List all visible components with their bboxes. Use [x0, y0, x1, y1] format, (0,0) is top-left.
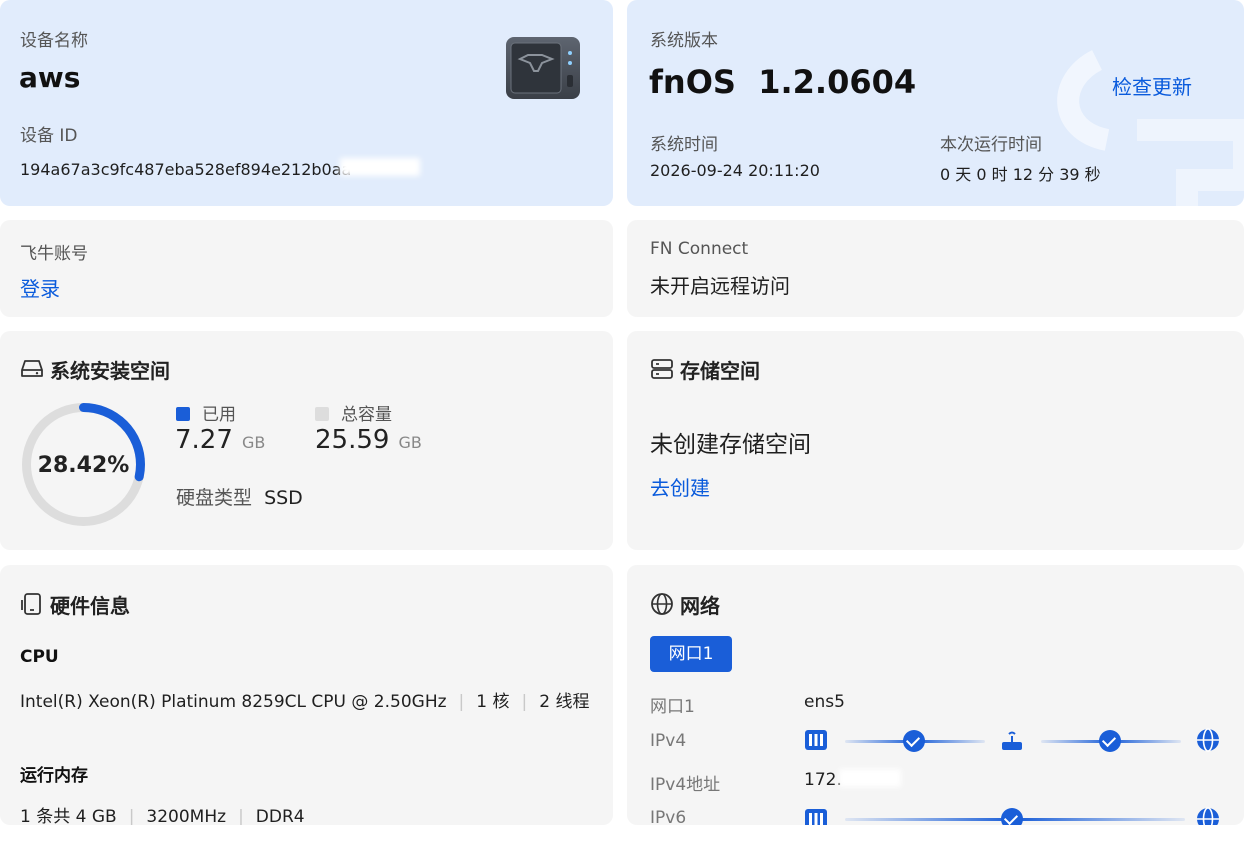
- memory-count: 1 条共 4 GB: [20, 807, 117, 825]
- device-card: 设备名称 aws 设备 ID 194a67a3c9fc487eba528ef89…: [0, 0, 613, 206]
- system-card: 系统版本 fnOS 1.2.0604 检查更新 系统时间 2026-09-24 …: [627, 0, 1244, 206]
- hardware-title: 硬件信息: [50, 594, 130, 618]
- system-version: fnOS 1.2.0604: [649, 63, 917, 101]
- used-legend: 已用: [176, 400, 236, 425]
- cpu-cores: 1 核: [476, 692, 510, 712]
- device-id-label: 设备 ID: [20, 126, 78, 146]
- used-legend-label: 已用: [202, 405, 236, 425]
- disk-type: 硬盘类型 SSD: [176, 483, 303, 510]
- network-title: 网络: [680, 594, 720, 618]
- account-card: 飞牛账号 登录: [0, 220, 613, 317]
- disk-type-value: SSD: [264, 487, 303, 509]
- device-id: 194a67a3c9fc487eba528ef894e212b0aa: [20, 160, 352, 179]
- usage-percent: 28.42%: [37, 453, 130, 478]
- memory-frequency: 3200MHz: [146, 807, 227, 825]
- network-tab-port1[interactable]: 网口1: [650, 636, 732, 672]
- network-card: 网络 网口1 网口1 ens5 IPv4 IPv4地址 172. IPv6: [627, 565, 1244, 825]
- check-update-link[interactable]: 检查更新: [1112, 71, 1192, 100]
- used-unit: GB: [241, 433, 266, 452]
- hardware-card: 硬件信息 CPU Intel(R) Xeon(R) Platinum 8259C…: [0, 565, 613, 825]
- used-legend-swatch: [176, 407, 190, 421]
- port-value: ens5: [804, 692, 845, 712]
- fn-connect-card: FN Connect 未开启远程访问: [627, 220, 1244, 317]
- memory-details: 1 条共 4 GB | 3200MHz | DDR4: [20, 807, 305, 825]
- create-storage-link[interactable]: 去创建: [650, 472, 710, 501]
- device-name: aws: [19, 61, 81, 94]
- ipv4-check-2-icon: [1099, 730, 1121, 752]
- disk-type-label: 硬盘类型: [176, 487, 253, 509]
- system-time: 2026-09-24 20:11:20: [650, 161, 820, 180]
- fn-connect-label: FN Connect: [650, 239, 749, 259]
- ipv6-nas-icon: [805, 809, 827, 825]
- total-value: 25.59: [315, 425, 390, 455]
- device-name-label: 设备名称: [20, 31, 88, 51]
- globe-icon: [651, 593, 673, 615]
- used-amount: 7.27 GB: [175, 425, 265, 455]
- memory-type: DDR4: [255, 807, 305, 825]
- used-value: 7.27: [175, 425, 233, 455]
- storage-icon: [651, 359, 673, 379]
- storage-card: 存储空间 未创建存储空间 去创建: [627, 331, 1244, 550]
- nas-device-icon: [506, 37, 580, 99]
- memory-label: 运行内存: [20, 766, 88, 786]
- ipv4-nas-icon: [805, 730, 827, 750]
- dashboard: 设备名称 aws 设备 ID 194a67a3c9fc487eba528ef89…: [0, 0, 1259, 849]
- total-legend-swatch: [315, 407, 329, 421]
- storage-title: 存储空间: [680, 359, 760, 383]
- ipv4-internet-icon: [1197, 728, 1219, 752]
- total-legend: 总容量: [315, 400, 392, 425]
- total-unit: GB: [398, 433, 422, 452]
- ipv4-address: 172.: [804, 770, 842, 790]
- fn-connect-status: 未开启远程访问: [650, 274, 790, 298]
- storage-empty-text: 未创建存储空间: [650, 432, 811, 458]
- ipv6-label: IPv6: [650, 808, 687, 825]
- uptime: 0 天 0 时 12 分 39 秒: [940, 165, 1101, 184]
- cpu-details: Intel(R) Xeon(R) Platinum 8259CL CPU @ 2…: [20, 692, 590, 712]
- ipv4-router-icon: [1002, 731, 1022, 750]
- system-space-card: 系统安装空间 28.42% 已用 7.27 GB 总容量 25.59 GB 硬盘…: [0, 331, 613, 550]
- hard-drive-icon: [21, 360, 43, 377]
- ipv4-label: IPv4: [650, 731, 687, 751]
- system-space-title: 系统安装空间: [50, 359, 170, 383]
- total-legend-label: 总容量: [341, 405, 392, 425]
- system-time-label: 系统时间: [650, 135, 718, 155]
- cpu-threads: 2 线程: [539, 692, 590, 712]
- cpu-label: CPU: [20, 647, 59, 667]
- login-link[interactable]: 登录: [20, 273, 60, 302]
- ipv6-internet-icon: [1197, 807, 1219, 825]
- total-amount: 25.59 GB: [315, 425, 422, 455]
- ipv4-check-1-icon: [903, 730, 925, 752]
- cpu-model: Intel(R) Xeon(R) Platinum 8259CL CPU @ 2…: [20, 692, 447, 712]
- redaction-blur: [340, 158, 420, 176]
- system-version-label: 系统版本: [650, 31, 718, 51]
- device-phone-icon: [21, 593, 41, 615]
- port-label: 网口1: [650, 697, 695, 717]
- ipv4-address-label: IPv4地址: [650, 775, 721, 795]
- ipv6-check-icon: [1001, 808, 1023, 825]
- account-label: 飞牛账号: [20, 244, 88, 264]
- uptime-label: 本次运行时间: [940, 135, 1042, 155]
- ipv4-redaction: [839, 769, 901, 787]
